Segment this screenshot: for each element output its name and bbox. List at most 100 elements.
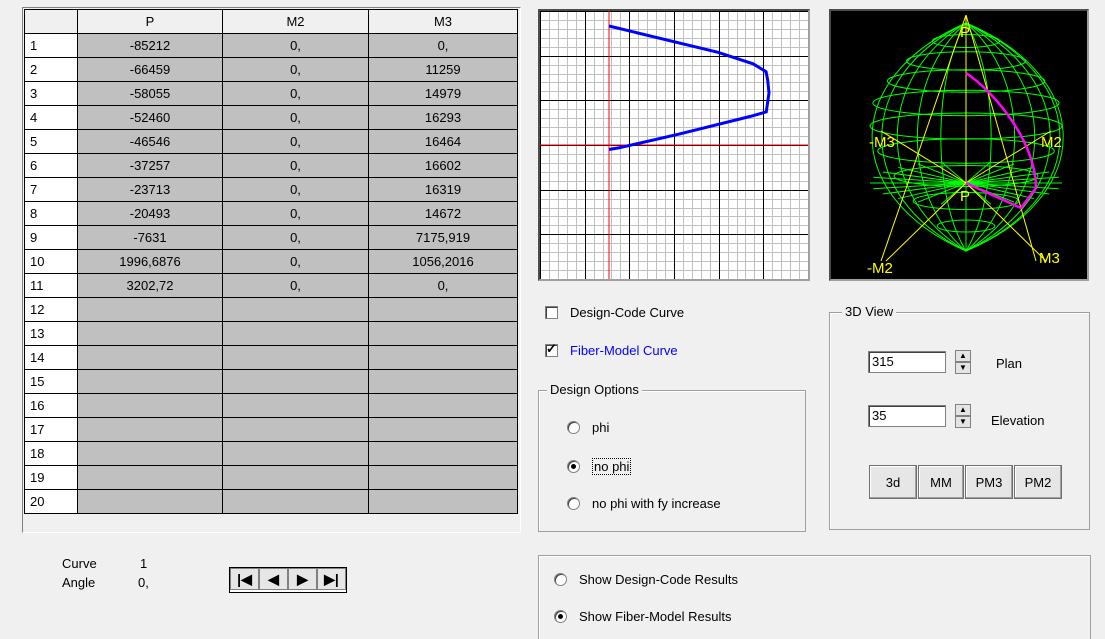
m2-cell[interactable] <box>222 417 369 442</box>
m3-cell[interactable] <box>368 465 518 490</box>
p-cell[interactable] <box>77 441 223 466</box>
p-cell[interactable]: -7631 <box>77 225 223 250</box>
plan-angle-input[interactable]: 315 <box>868 351 946 373</box>
p-cell[interactable]: -20493 <box>77 201 223 226</box>
m2-cell[interactable] <box>222 297 369 322</box>
column-header-m2[interactable]: M2 <box>222 9 369 34</box>
no-phi-radio-button[interactable] <box>567 460 580 473</box>
p-cell[interactable] <box>77 369 223 394</box>
m2-cell[interactable]: 0, <box>222 33 369 58</box>
table-row[interactable]: 12 <box>24 297 518 322</box>
m3-cell[interactable]: 1056,2016 <box>368 249 518 274</box>
m3-cell[interactable]: 0, <box>368 273 518 298</box>
m2-cell[interactable]: 0, <box>222 177 369 202</box>
table-row[interactable]: 5 -46546 0, 16464 <box>24 129 518 154</box>
m2-cell[interactable] <box>222 321 369 346</box>
p-cell[interactable]: -46546 <box>77 129 223 154</box>
elevation-angle-spinner[interactable]: ▲ ▼ <box>955 404 971 428</box>
m2-cell[interactable]: 0, <box>222 57 369 82</box>
p-cell[interactable]: -66459 <box>77 57 223 82</box>
m3-cell[interactable]: 0, <box>368 33 518 58</box>
show-design-code-results-radio[interactable]: Show Design-Code Results <box>554 572 738 587</box>
p-cell[interactable] <box>77 489 223 514</box>
table-row[interactable]: 19 <box>24 465 518 490</box>
table-row[interactable]: 8 -20493 0, 14672 <box>24 201 518 226</box>
m3-cell[interactable] <box>368 321 518 346</box>
table-row[interactable]: 20 <box>24 489 518 514</box>
p-cell[interactable]: -52460 <box>77 105 223 130</box>
table-row[interactable]: 7 -23713 0, 16319 <box>24 177 518 202</box>
p-cell[interactable] <box>77 417 223 442</box>
design-code-curve-checkbox[interactable]: Design-Code Curve <box>545 305 684 320</box>
phi-radio-button[interactable] <box>567 421 580 434</box>
p-cell[interactable] <box>77 297 223 322</box>
m3-cell[interactable] <box>368 345 518 370</box>
m2-cell[interactable]: 0, <box>222 81 369 106</box>
m2-cell[interactable]: 0, <box>222 201 369 226</box>
m3-cell[interactable]: 11259 <box>368 57 518 82</box>
p-cell[interactable]: 1996,6876 <box>77 249 223 274</box>
m2-cell[interactable] <box>222 393 369 418</box>
option-no-phi-fy-radio[interactable]: no phi with fy increase <box>567 496 721 511</box>
table-row[interactable]: 9 -7631 0, 7175,919 <box>24 225 518 250</box>
m3-cell[interactable]: 14979 <box>368 81 518 106</box>
table-row[interactable]: 6 -37257 0, 16602 <box>24 153 518 178</box>
fiber-model-curve-box[interactable]: ✓ <box>545 341 558 357</box>
table-row[interactable]: 13 <box>24 321 518 346</box>
m3-cell[interactable]: 16319 <box>368 177 518 202</box>
interaction-table[interactable]: P M2 M3 1 -85212 0, 0, 2 -66459 0, 11259 3 -58055… <box>24 9 518 514</box>
p-cell[interactable] <box>77 345 223 370</box>
p-cell[interactable]: -58055 <box>77 81 223 106</box>
last-curve-button[interactable]: ▶| <box>317 568 346 590</box>
m2-cell[interactable] <box>222 465 369 490</box>
table-row[interactable]: 10 1996,6876 0, 1056,2016 <box>24 249 518 274</box>
table-row[interactable]: 1 -85212 0, 0, <box>24 33 518 58</box>
spin-up-icon[interactable]: ▲ <box>955 350 971 362</box>
m3-cell[interactable] <box>368 441 518 466</box>
m3-cell[interactable]: 7175,919 <box>368 225 518 250</box>
table-row[interactable]: 4 -52460 0, 16293 <box>24 105 518 130</box>
p-cell[interactable] <box>77 465 223 490</box>
m3-cell[interactable] <box>368 393 518 418</box>
fiber-model-results-radio-button[interactable] <box>554 610 567 623</box>
m3-cell[interactable]: 14672 <box>368 201 518 226</box>
column-header-p[interactable]: P <box>77 9 223 34</box>
table-row[interactable]: 2 -66459 0, 11259 <box>24 57 518 82</box>
m2-cell[interactable] <box>222 369 369 394</box>
table-row[interactable]: 18 <box>24 441 518 466</box>
p-cell[interactable] <box>77 321 223 346</box>
m2-cell[interactable]: 0, <box>222 249 369 274</box>
table-row[interactable]: 3 -58055 0, 14979 <box>24 81 518 106</box>
fiber-model-curve-checkbox[interactable]: ✓ Fiber-Model Curve <box>545 341 678 358</box>
plan-angle-spinner[interactable]: ▲ ▼ <box>955 350 971 374</box>
no-phi-fy-radio-button[interactable] <box>567 497 580 510</box>
table-row[interactable]: 14 <box>24 345 518 370</box>
view-3d-button[interactable]: 3d <box>869 465 917 499</box>
first-curve-button[interactable]: |◀ <box>230 568 259 590</box>
design-code-results-radio-button[interactable] <box>554 573 567 586</box>
spin-up-icon[interactable]: ▲ <box>955 404 971 416</box>
p-cell[interactable]: 3202,72 <box>77 273 223 298</box>
spin-down-icon[interactable]: ▼ <box>955 416 971 428</box>
spin-down-icon[interactable]: ▼ <box>955 362 971 374</box>
design-code-curve-box[interactable] <box>545 306 558 319</box>
m3-cell[interactable] <box>368 297 518 322</box>
p-cell[interactable]: -23713 <box>77 177 223 202</box>
p-cell[interactable]: -37257 <box>77 153 223 178</box>
previous-curve-button[interactable]: ◀ <box>259 568 288 590</box>
m2-cell[interactable]: 0, <box>222 129 369 154</box>
m3-cell[interactable]: 16464 <box>368 129 518 154</box>
show-fiber-model-results-radio[interactable]: Show Fiber-Model Results <box>554 609 731 624</box>
m3-cell[interactable] <box>368 417 518 442</box>
m3-cell[interactable]: 16293 <box>368 105 518 130</box>
m3-cell[interactable] <box>368 489 518 514</box>
m2-cell[interactable]: 0, <box>222 105 369 130</box>
table-row[interactable]: 16 <box>24 393 518 418</box>
p-cell[interactable] <box>77 393 223 418</box>
m3-cell[interactable] <box>368 369 518 394</box>
m2-cell[interactable]: 0, <box>222 225 369 250</box>
table-row[interactable]: 15 <box>24 369 518 394</box>
column-header-m3[interactable]: M3 <box>368 9 518 34</box>
m3-cell[interactable]: 16602 <box>368 153 518 178</box>
option-phi-radio[interactable]: phi <box>567 420 609 435</box>
